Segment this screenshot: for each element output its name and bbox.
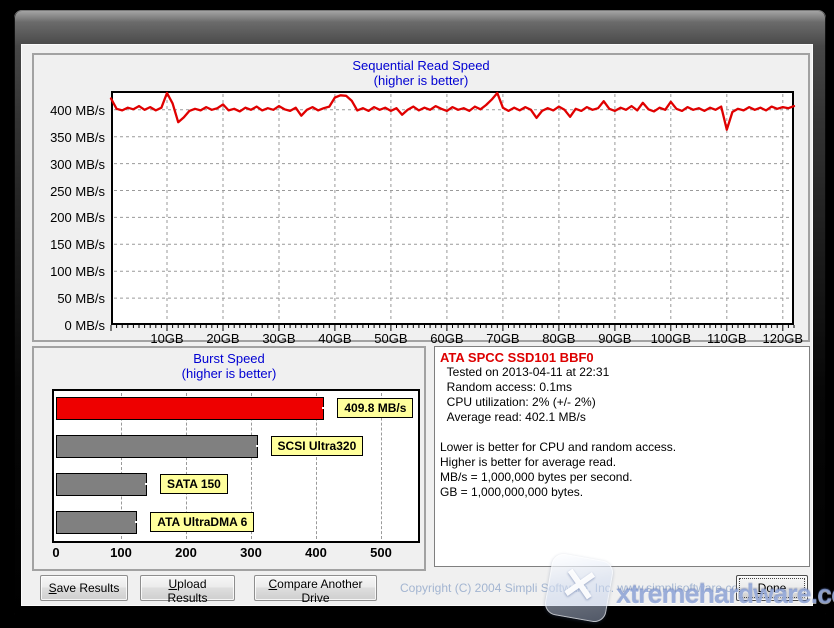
- bar-label-connector: [256, 445, 271, 447]
- save-rest: ave Results: [57, 581, 120, 595]
- info-line: CPU utilization: 2% (+/- 2%): [440, 395, 804, 410]
- bar-label-connector: [145, 483, 160, 485]
- seq-chart-subtitle: (higher is better): [34, 73, 808, 88]
- burst-x-tick-label: 100: [99, 545, 143, 560]
- info-line: GB = 1,000,000,000 bytes.: [440, 485, 804, 500]
- seq-x-tick-label: 100GB: [643, 331, 699, 346]
- seq-x-tick-label: 50GB: [363, 331, 419, 346]
- sequential-read-chart: Sequential Read Speed (higher is better)…: [32, 53, 810, 342]
- upload-key: U: [168, 577, 177, 591]
- bar-label-connector: [322, 407, 337, 409]
- info-line: Random access: 0.1ms: [440, 380, 804, 395]
- burst-speed-chart: Burst Speed (higher is better) 409.8 MB/…: [32, 346, 426, 571]
- burst-x-tick-label: 0: [34, 545, 78, 560]
- info-line: Higher is better for average read.: [440, 455, 804, 470]
- copyright-text: Copyright (C) 2004 Simpli Software, Inc.…: [400, 581, 748, 595]
- seq-x-tick-label: 20GB: [195, 331, 251, 346]
- compare-another-drive-button[interactable]: Compare Another Drive: [254, 575, 377, 601]
- seq-x-tick-label: 70GB: [475, 331, 531, 346]
- seq-y-axis: 0 MB/s50 MB/s100 MB/s150 MB/s200 MB/s250…: [36, 91, 105, 325]
- seq-y-tick-label: 150 MB/s: [36, 237, 105, 252]
- burst-plot: 409.8 MB/s SCSI Ultra320 SATA 150 ATA Ultra…: [52, 389, 420, 543]
- info-line: Lower is better for CPU and random acces…: [440, 440, 804, 455]
- seq-y-tick-label: 50 MB/s: [36, 291, 105, 306]
- save-results-button[interactable]: Save Results: [40, 575, 128, 601]
- burst-chart-title: Burst Speed: [34, 351, 424, 366]
- seq-x-tick-label: 40GB: [307, 331, 363, 346]
- compare-key: C: [268, 577, 277, 591]
- drive-info-panel: ATA SPCC SSD101 BBF0 Tested on 2013-04-1…: [434, 346, 810, 567]
- burst-bar-label: ATA UltraDMA 6: [150, 512, 254, 532]
- seq-x-tick-label: 60GB: [419, 331, 475, 346]
- seq-y-tick-label: 200 MB/s: [36, 210, 105, 225]
- app-window: HD Tach version 3.0.4.0 - For non-commer…: [14, 10, 826, 619]
- plot-area: [112, 92, 793, 324]
- seq-y-tick-label: 300 MB/s: [36, 157, 105, 172]
- burst-bar: [56, 511, 137, 534]
- info-line: Tested on 2013-04-11 at 22:31: [440, 365, 804, 380]
- info-line: MB/s = 1,000,000 bytes per second.: [440, 470, 804, 485]
- seq-plot-svg: [111, 91, 794, 333]
- drive-info-lines: Tested on 2013-04-11 at 22:31 Random acc…: [440, 365, 804, 500]
- burst-chart-subtitle: (higher is better): [34, 366, 424, 381]
- info-line: Average read: 402.1 MB/s: [440, 410, 804, 425]
- drive-name: ATA SPCC SSD101 BBF0: [440, 350, 804, 365]
- done-rest: one: [766, 581, 786, 595]
- done-button[interactable]: Done: [736, 575, 808, 601]
- seq-x-tick-label: 90GB: [587, 331, 643, 346]
- seq-y-tick-label: 100 MB/s: [36, 264, 105, 279]
- client-area: Sequential Read Speed (higher is better)…: [21, 44, 813, 606]
- seq-x-tick-label: 120GB: [755, 331, 811, 346]
- seq-y-tick-label: 350 MB/s: [36, 130, 105, 145]
- burst-bar-label: SATA 150: [160, 474, 228, 494]
- seq-y-tick-label: 0 MB/s: [36, 318, 105, 333]
- seq-y-tick-label: 400 MB/s: [36, 103, 105, 118]
- seq-x-axis: 10GB20GB30GB40GB50GB60GB70GB80GB90GB100G…: [111, 331, 794, 347]
- save-key: S: [49, 581, 57, 595]
- burst-x-tick-label: 500: [359, 545, 403, 560]
- seq-chart-title: Sequential Read Speed: [34, 58, 808, 73]
- done-key: D: [758, 581, 767, 595]
- bar-label-connector: [135, 521, 150, 523]
- burst-bar-label: SCSI Ultra320: [271, 436, 364, 456]
- burst-bar-label: 409.8 MB/s: [337, 398, 413, 418]
- title-bar[interactable]: HD Tach version 3.0.4.0 - For non-commer…: [14, 12, 826, 42]
- seq-x-tick-label: 80GB: [531, 331, 587, 346]
- burst-x-tick-label: 400: [294, 545, 338, 560]
- burst-bar: [56, 473, 147, 496]
- burst-bar: [56, 397, 324, 420]
- burst-x-tick-label: 300: [229, 545, 273, 560]
- upload-results-button[interactable]: Upload Results: [140, 575, 235, 601]
- info-line: [440, 425, 804, 440]
- burst-bar: [56, 435, 258, 458]
- compare-rest: ompare Another Drive: [277, 577, 362, 605]
- seq-x-tick-label: 30GB: [251, 331, 307, 346]
- burst-x-axis: 0100200300400500: [52, 545, 420, 561]
- seq-y-tick-label: 250 MB/s: [36, 184, 105, 199]
- seq-x-tick-label: 10GB: [139, 331, 195, 346]
- seq-x-tick-label: 110GB: [699, 331, 755, 346]
- burst-x-tick-label: 200: [164, 545, 208, 560]
